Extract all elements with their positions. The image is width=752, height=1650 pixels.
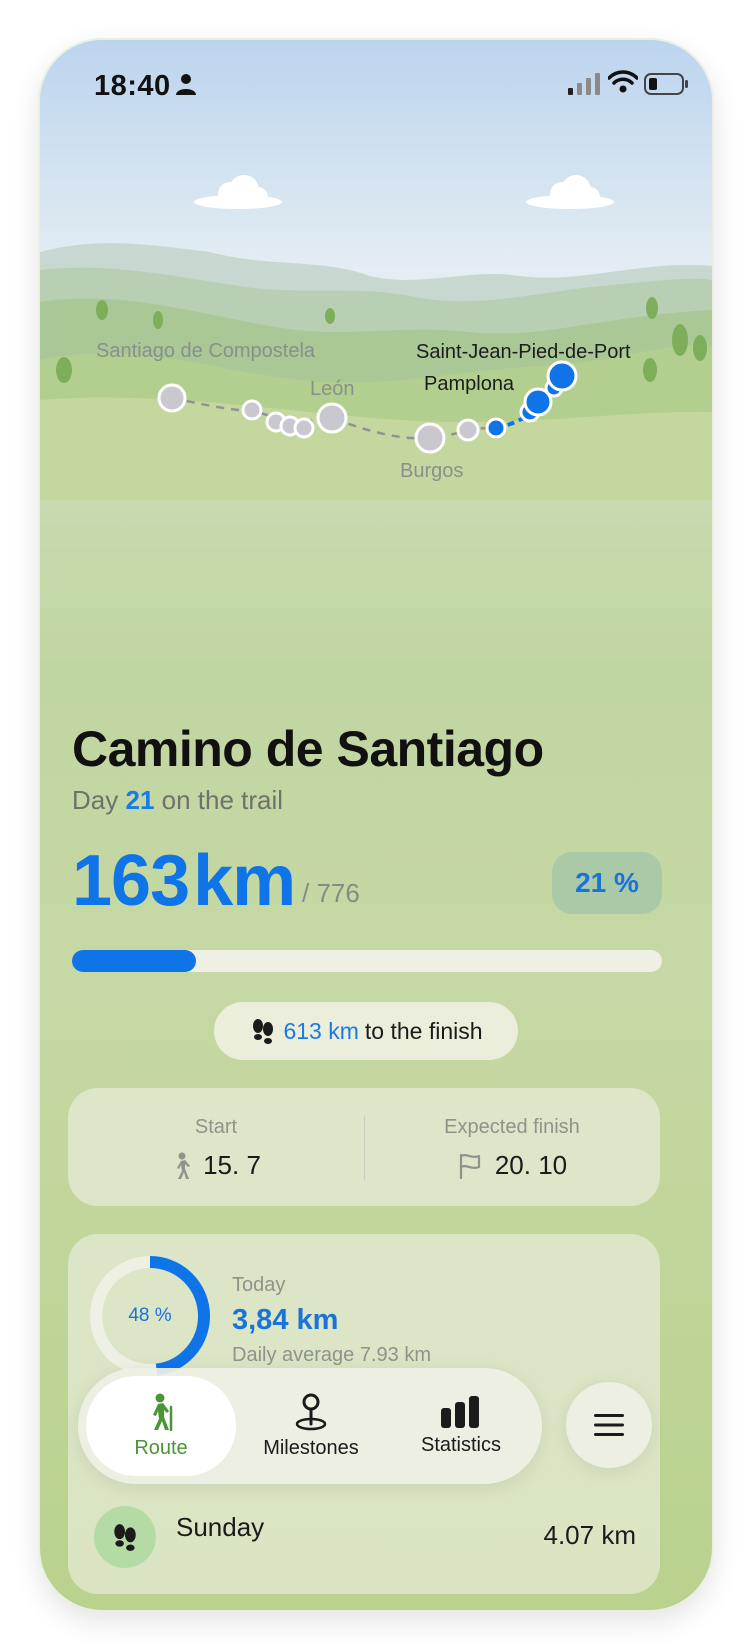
finish-date: Expected finish 20. 10 bbox=[364, 1088, 660, 1206]
battery-icon bbox=[644, 73, 688, 95]
flag-icon bbox=[459, 1153, 480, 1179]
finish-label: Expected finish bbox=[444, 1116, 580, 1138]
bar-chart-icon bbox=[441, 1395, 479, 1428]
day-suffix: on the trail bbox=[161, 785, 284, 815]
person-icon bbox=[176, 74, 196, 95]
day-prefix: Day bbox=[72, 785, 119, 815]
start-value: 15. 7 bbox=[203, 1150, 261, 1180]
town-label-saint-jean: Saint-Jean-Pied-de-Port bbox=[416, 341, 631, 363]
tab-bar: Route Milestones Statistics bbox=[78, 1368, 542, 1484]
walked-distance: 163km bbox=[72, 840, 296, 922]
dates-card: Start 15. 7 Expected finish 20. 10 bbox=[68, 1088, 660, 1206]
remaining-suffix: to the finish bbox=[364, 1017, 483, 1044]
pin-icon bbox=[295, 1393, 327, 1430]
town-label-leon: León bbox=[310, 378, 355, 400]
history-day: Sunday bbox=[176, 1512, 265, 1542]
tab-statistics[interactable]: Statistics bbox=[386, 1376, 536, 1476]
progress-percent-badge: 21 % bbox=[552, 852, 662, 914]
tab-milestones-label: Milestones bbox=[263, 1436, 359, 1459]
remaining-distance-pill: 613 km to the finish bbox=[214, 1002, 518, 1060]
start-value-row: 15. 7 bbox=[68, 1150, 364, 1181]
today-km: 3,84 km bbox=[232, 1304, 339, 1336]
phone-screen: Santiago de Compostela León Burgos Pampl… bbox=[40, 40, 712, 1610]
walked-km-unit: km bbox=[193, 841, 296, 921]
menu-button[interactable] bbox=[566, 1382, 652, 1468]
town-label-santiago: Santiago de Compostela bbox=[96, 340, 316, 362]
start-date: Start 15. 7 bbox=[68, 1088, 364, 1206]
hamburger-icon bbox=[594, 1414, 624, 1436]
daily-percent: 48 % bbox=[128, 1305, 172, 1326]
journey-progress-bar bbox=[72, 950, 662, 972]
finish-value-row: 20. 10 bbox=[364, 1150, 660, 1181]
town-label-pamplona: Pamplona bbox=[424, 373, 515, 395]
finish-value: 20. 10 bbox=[494, 1150, 568, 1180]
day-on-trail: Day 21 on the trail bbox=[72, 785, 283, 816]
wifi-icon bbox=[608, 70, 638, 93]
status-bar: 18:40 bbox=[40, 40, 712, 120]
town-label-burgos: Burgos bbox=[400, 460, 464, 482]
hiker-icon bbox=[153, 1393, 173, 1431]
journey-progress-fill bbox=[72, 950, 196, 972]
status-time: 18:40 bbox=[94, 70, 171, 102]
history-km: 4.07 km bbox=[543, 1520, 637, 1550]
tab-statistics-label: Statistics bbox=[420, 1433, 502, 1456]
today-label: Today bbox=[232, 1274, 286, 1296]
walked-km-value: 163 bbox=[72, 841, 190, 921]
start-label: Start bbox=[194, 1116, 238, 1138]
daily-average: Daily average 7.93 km bbox=[232, 1344, 431, 1366]
footprints-icon bbox=[253, 1019, 274, 1044]
history-row[interactable]: Sunday 4.07 km bbox=[68, 1490, 660, 1570]
walking-person-icon bbox=[177, 1152, 191, 1179]
tab-route-label: Route bbox=[134, 1436, 188, 1459]
total-distance: / 776 bbox=[302, 878, 360, 908]
journey-title: Camino de Santiago bbox=[72, 721, 544, 777]
history-footprints-icon bbox=[94, 1506, 156, 1568]
remaining-km: 613 km bbox=[283, 1017, 359, 1044]
tab-route[interactable]: Route bbox=[86, 1376, 236, 1476]
cellular-signal-icon bbox=[568, 73, 600, 95]
day-number: 21 bbox=[125, 785, 155, 815]
tab-milestones[interactable]: Milestones bbox=[236, 1376, 386, 1476]
